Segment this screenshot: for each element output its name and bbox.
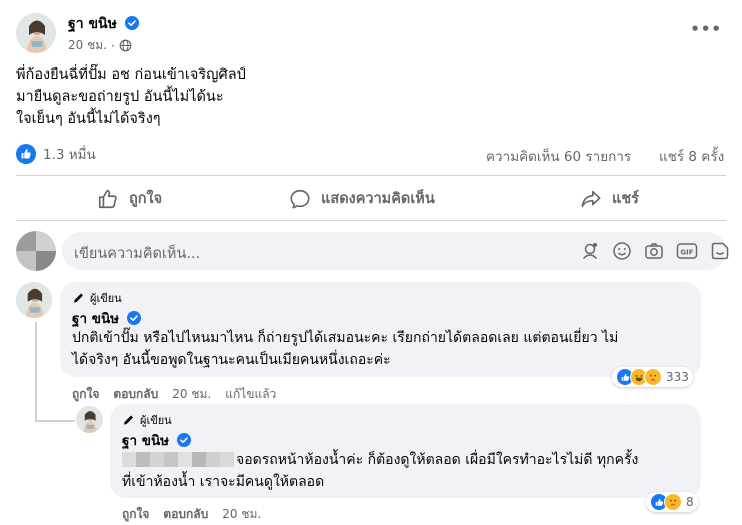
- redaction-block: [150, 452, 164, 467]
- post-timestamp[interactable]: 20 ชม.: [68, 36, 107, 55]
- care-reaction-icon: [644, 368, 662, 386]
- thumbs-up-icon: [98, 189, 117, 208]
- post-meta: 20 ชม. ·: [68, 36, 132, 55]
- post-line-1: พี่ก้องยืนฉี่ที่ปั๊ม อช ก่อนเข้าเจริญศิล…: [16, 67, 246, 83]
- comment1-bubble: ผู้เขียน ฐา ขนิษ ปกติเข้าปั๊ม หรือไปไหนม…: [60, 282, 701, 377]
- comment1-author-tag: ผู้เขียน: [72, 289, 122, 307]
- gif-icon[interactable]: GIF: [676, 241, 698, 261]
- share-arrow-icon: [581, 190, 601, 207]
- thread-branch: [35, 420, 75, 422]
- comment1-timestamp[interactable]: 20 ชม.: [172, 385, 211, 404]
- post-author-row: ฐา ขนิษ: [68, 13, 139, 35]
- meta-separator: ·: [110, 38, 115, 53]
- comment1-author-row: ฐา ขนิษ: [72, 307, 142, 329]
- comment1-like-link[interactable]: ถูกใจ: [72, 385, 99, 404]
- share-button[interactable]: แชร์: [580, 187, 639, 210]
- viewer-avatar-pixel: [36, 251, 56, 271]
- verified-badge-icon: [124, 16, 139, 30]
- redaction-block: [164, 452, 178, 467]
- avatar-photo-icon: [76, 406, 103, 433]
- reactions-count: 1.3 หมื่น: [43, 147, 96, 163]
- pencil-icon: [124, 415, 133, 425]
- like-reaction-icon: [16, 144, 36, 164]
- share-button-label: แชร์: [612, 191, 639, 207]
- comment-input[interactable]: เขียนความคิดเห็น... GIF: [62, 232, 729, 270]
- camera-icon[interactable]: [644, 241, 664, 261]
- author-tag-label: ผู้เขียน: [90, 292, 122, 305]
- gif-icon-glyph: GIF: [680, 249, 693, 257]
- post-line-2: มายืนดูละขอถ่ายรูป อันนี้ไม่ได้นะ: [16, 89, 224, 105]
- comment1-line-1: ปกติเข้าปั๊ม หรือไปไหนมาไหน ก็ถ่ายรูปได้…: [72, 330, 619, 346]
- comment-input-placeholder: เขียนความคิดเห็น...: [74, 246, 201, 262]
- emoji-icon[interactable]: [612, 241, 632, 261]
- verified-badge-icon: [127, 311, 142, 325]
- author-tag-label: ผู้เขียน: [140, 414, 172, 427]
- comment-button-label: แสดงความคิดเห็น: [321, 191, 435, 207]
- comment2-reply-link[interactable]: ตอบกลับ: [163, 505, 208, 524]
- comment-button[interactable]: แสดงความคิดเห็น: [289, 187, 435, 210]
- post-options-button[interactable]: •••: [690, 20, 722, 38]
- viewer-avatar-pixel: [16, 231, 36, 251]
- comment1-edited-label[interactable]: แก้ไขแล้ว: [225, 385, 276, 404]
- sticker-icon[interactable]: [710, 241, 730, 261]
- composer-tools: GIF: [580, 241, 730, 261]
- speech-bubble-icon: [290, 189, 310, 209]
- comment2-bubble: ผู้เขียน ฐา ขนิษ จอดรถหน้าห้องน้ำค่ะ ก็ต…: [110, 404, 701, 498]
- care-reaction-icon: [664, 493, 682, 511]
- comment1-reactions[interactable]: 333: [612, 367, 693, 387]
- avatar-photo-icon: [16, 13, 56, 53]
- comments-count-link[interactable]: ความคิดเห็น 60 รายการ: [486, 145, 631, 167]
- stats-divider: [16, 175, 726, 176]
- comment2-timestamp[interactable]: 20 ชม.: [222, 505, 261, 524]
- thread-line: [35, 322, 37, 422]
- comment2-author-name[interactable]: ฐา ขนิษ: [122, 433, 169, 449]
- comment2-actions: ถูกใจ ตอบกลับ 20 ชม.: [122, 505, 261, 524]
- viewer-avatar[interactable]: [16, 231, 56, 271]
- comment2-like-link[interactable]: ถูกใจ: [122, 505, 149, 524]
- comment2-line-1: จอดรถหน้าห้องน้ำค่ะ ก็ต้องดูให้ตลอด เผื่…: [236, 452, 639, 468]
- like-button-label: ถูกใจ: [129, 191, 163, 207]
- redaction-block: [220, 452, 234, 467]
- redaction-block: [122, 452, 136, 467]
- post-author-avatar[interactable]: [16, 13, 56, 53]
- verified-badge-icon: [177, 433, 192, 447]
- like-button[interactable]: ถูกใจ: [97, 187, 162, 210]
- comment2-line-2: ที่เข้าห้องน้ำ เราจะมีคนดูให้ตลอด: [122, 474, 325, 490]
- comment2-reaction-count: 8: [686, 495, 694, 509]
- post-reactions-summary[interactable]: 1.3 หมื่น: [16, 143, 96, 165]
- post-line-3: ใจเย็นๆ อันนี้ไม่ได้จริงๆ: [16, 111, 161, 127]
- post-author-name[interactable]: ฐา ขนิษ: [68, 16, 117, 32]
- comment2-reactions[interactable]: 8: [646, 492, 698, 512]
- comment1-text: ปกติเข้าปั๊ม หรือไปไหนมาไหน ก็ถ่ายรูปได้…: [72, 327, 618, 371]
- comment1-reply-link[interactable]: ตอบกลับ: [113, 385, 158, 404]
- avatar-sticker-icon[interactable]: [580, 241, 600, 261]
- redaction-block: [178, 452, 192, 467]
- pencil-icon: [74, 293, 83, 303]
- comment1-actions: ถูกใจ ตอบกลับ 20 ชม. แก้ไขแล้ว: [72, 385, 276, 404]
- comment1-reaction-count: 333: [666, 370, 689, 384]
- comment1-author-name[interactable]: ฐา ขนิษ: [72, 311, 119, 327]
- actions-divider: [16, 220, 726, 221]
- globe-icon[interactable]: [119, 39, 132, 52]
- post-body: พี่ก้องยืนฉี่ที่ปั๊ม อช ก่อนเข้าเจริญศิล…: [16, 64, 246, 130]
- redaction-block: [206, 452, 220, 467]
- viewer-avatar-pixel: [36, 231, 56, 251]
- comment2-author-tag: ผู้เขียน: [122, 411, 172, 429]
- comment1-author-avatar[interactable]: [16, 282, 52, 318]
- redaction-block: [192, 452, 206, 467]
- comment1-line-2: ได้จริงๆ อันนี้ขอพูดในฐานะคนเป็นเมียคนหน…: [72, 352, 391, 368]
- redacted-mention: [122, 452, 234, 467]
- avatar-photo-icon: [16, 282, 52, 318]
- comment2-author-avatar[interactable]: [76, 406, 103, 433]
- shares-count-link[interactable]: แชร์ 8 ครั้ง: [659, 145, 724, 167]
- redaction-block: [136, 452, 150, 467]
- viewer-avatar-pixel: [16, 251, 36, 271]
- comment2-author-row: ฐา ขนิษ: [122, 429, 192, 451]
